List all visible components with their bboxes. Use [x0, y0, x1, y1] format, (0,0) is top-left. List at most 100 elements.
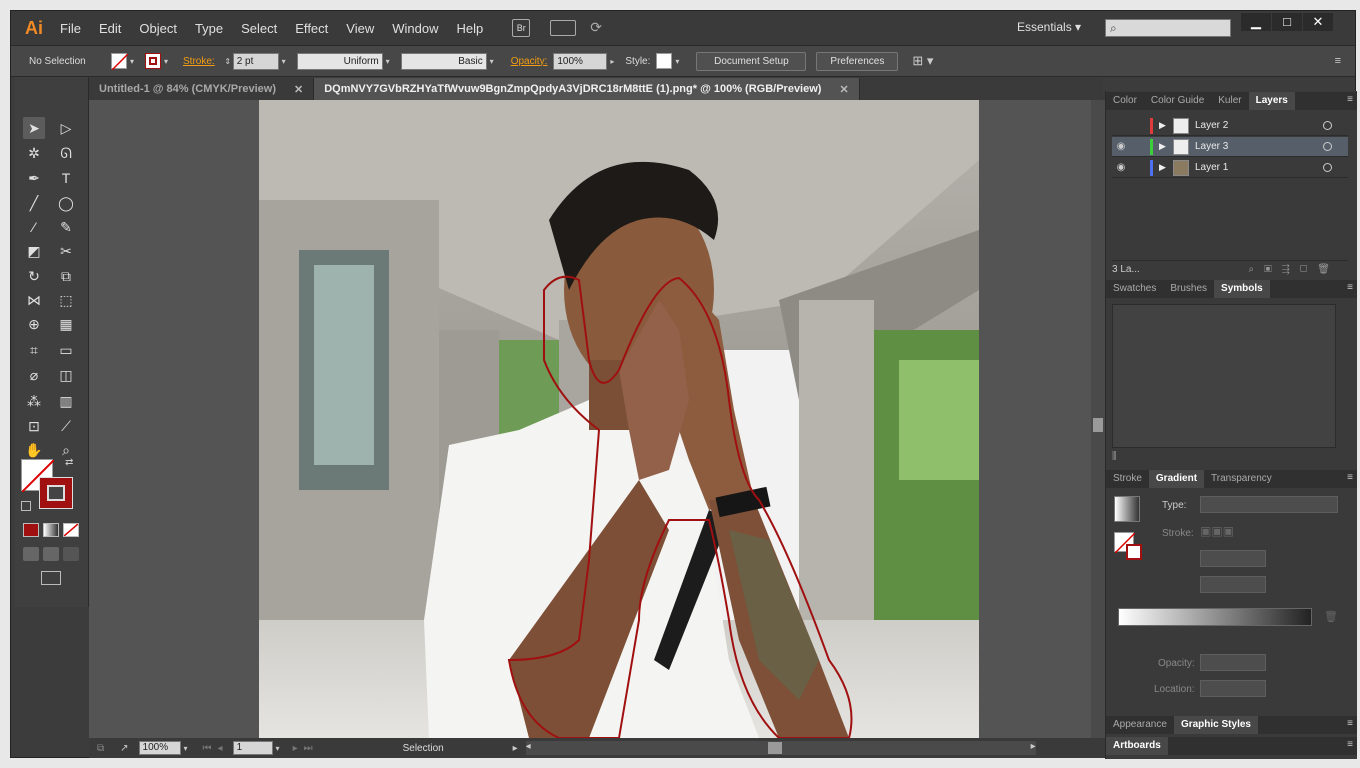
- tab-stroke[interactable]: Stroke: [1106, 470, 1149, 488]
- stroke-proxy[interactable]: [1126, 544, 1142, 560]
- scroll-right-icon[interactable]: ▸: [1031, 741, 1036, 752]
- slice-tool-icon[interactable]: ⟋: [55, 415, 77, 437]
- column-graph-tool-icon[interactable]: ▥: [55, 390, 77, 412]
- perspective-grid-tool-icon[interactable]: ▦: [55, 313, 77, 335]
- hand-tool-icon[interactable]: ✋: [23, 439, 45, 461]
- brush-dropdown-icon[interactable]: ▾: [487, 57, 497, 66]
- maximize-button[interactable]: □: [1272, 13, 1302, 31]
- layer-name[interactable]: Layer 2: [1195, 120, 1305, 131]
- ellipse-tool-icon[interactable]: ◯: [55, 192, 77, 214]
- layer-name[interactable]: Layer 3: [1195, 141, 1305, 152]
- expand-layer-icon[interactable]: ▶: [1159, 162, 1173, 173]
- stroke-weight-field[interactable]: 2 pt: [232, 52, 279, 70]
- delete-stop-icon[interactable]: 🗑: [1324, 610, 1338, 623]
- symbols-list[interactable]: [1112, 304, 1336, 448]
- layer-target-icon[interactable]: [1323, 121, 1332, 130]
- sync-settings-icon[interactable]: ⟳: [590, 19, 612, 37]
- tab-kuler[interactable]: Kuler: [1211, 92, 1248, 110]
- gradient-mode-icon[interactable]: [43, 523, 59, 537]
- first-artboard-icon[interactable]: ⏮: [203, 743, 212, 754]
- menu-select[interactable]: Select: [232, 21, 286, 36]
- stroke-weight-dropdown-icon[interactable]: ▾: [279, 57, 289, 66]
- close-tab-icon[interactable]: ✕: [294, 83, 303, 96]
- tab-artboards[interactable]: Artboards: [1106, 737, 1168, 755]
- style-dropdown-icon[interactable]: ▾: [672, 57, 682, 66]
- blob-brush-tool-icon[interactable]: ◩: [23, 240, 45, 262]
- mesh-tool-icon[interactable]: ⌗: [23, 339, 45, 361]
- stroke-gradient-options-icon[interactable]: ▣▣▣: [1200, 524, 1260, 541]
- opacity-field[interactable]: 100%: [553, 52, 608, 70]
- panel-menu-icon[interactable]: ≡: [1347, 718, 1353, 729]
- draw-normal-icon[interactable]: [23, 547, 39, 561]
- expand-layer-icon[interactable]: ▶: [1159, 120, 1173, 131]
- menu-help[interactable]: Help: [447, 21, 492, 36]
- brush-definition[interactable]: Basic: [400, 52, 487, 70]
- line-tool-icon[interactable]: ╱: [23, 192, 45, 214]
- minimize-button[interactable]: ▁: [1241, 13, 1271, 31]
- tab-gradient[interactable]: Gradient: [1148, 470, 1205, 488]
- scale-tool-icon[interactable]: ⧉: [55, 265, 77, 287]
- gradient-type-select[interactable]: [1200, 496, 1338, 513]
- eye-icon[interactable]: ◉: [1112, 141, 1130, 152]
- layer-target-icon[interactable]: [1323, 142, 1332, 151]
- layer-row[interactable]: ◉ ▶ Layer 3: [1112, 137, 1348, 157]
- prev-artboard-icon[interactable]: ◂: [218, 743, 223, 754]
- menu-type[interactable]: Type: [186, 21, 232, 36]
- search-input[interactable]: ⌕: [1105, 19, 1231, 37]
- layer-row[interactable]: ◉ ▶ Layer 1: [1112, 158, 1348, 178]
- panel-menu-icon[interactable]: ≡: [1347, 739, 1353, 750]
- stop-location-field[interactable]: [1200, 680, 1266, 697]
- rotate-tool-icon[interactable]: ↻: [23, 265, 45, 287]
- pen-tool-icon[interactable]: ✒: [23, 167, 45, 189]
- gradient-tool-icon[interactable]: ▭: [55, 339, 77, 361]
- width-tool-icon[interactable]: ⋈: [23, 289, 45, 311]
- tab-color[interactable]: Color: [1106, 92, 1144, 110]
- tab-brushes[interactable]: Brushes: [1163, 280, 1214, 298]
- eye-icon[interactable]: ◉: [1112, 162, 1130, 173]
- fill-dropdown-icon[interactable]: ▾: [127, 57, 137, 66]
- hscroll-thumb[interactable]: [767, 742, 782, 754]
- control-panel-menu-icon[interactable]: ≡: [1335, 55, 1341, 67]
- paintbrush-tool-icon[interactable]: ⁄: [23, 216, 45, 238]
- tab-appearance[interactable]: Appearance: [1106, 716, 1174, 734]
- default-fill-stroke-icon[interactable]: [21, 501, 31, 511]
- scroll-thumb[interactable]: [1093, 418, 1103, 432]
- artboard[interactable]: [259, 100, 979, 738]
- menu-view[interactable]: View: [337, 21, 383, 36]
- graphic-style-swatch[interactable]: [656, 53, 673, 69]
- stroke-swatch[interactable]: [145, 53, 161, 69]
- opacity-label[interactable]: Opacity:: [511, 56, 548, 67]
- zoom-dropdown-icon[interactable]: ▾: [181, 744, 191, 753]
- share-icon[interactable]: ↗: [120, 743, 128, 754]
- artboard-tool-icon[interactable]: ⊡: [23, 415, 45, 437]
- artboard-field[interactable]: 1: [232, 741, 273, 755]
- draw-inside-icon[interactable]: [63, 547, 79, 561]
- fill-swatch[interactable]: [111, 53, 128, 70]
- status-menu-arrow-icon[interactable]: ▸: [513, 743, 518, 754]
- swap-fill-stroke-icon[interactable]: ⇄: [65, 457, 73, 468]
- next-artboard-icon[interactable]: ▸: [293, 743, 298, 754]
- angle-field[interactable]: [1200, 550, 1266, 567]
- direct-selection-tool-icon[interactable]: ▷: [55, 117, 77, 139]
- canvas-area[interactable]: [89, 100, 1091, 738]
- document-setup-button[interactable]: Document Setup: [696, 51, 807, 71]
- eyedropper-tool-icon[interactable]: ⌀: [23, 364, 45, 386]
- shape-builder-tool-icon[interactable]: ⊕: [23, 313, 45, 335]
- stroke-dropdown-icon[interactable]: ▾: [161, 57, 171, 66]
- tab-graphic-styles[interactable]: Graphic Styles: [1173, 716, 1258, 734]
- layer-target-icon[interactable]: [1323, 163, 1332, 172]
- profile-dropdown-icon[interactable]: ▾: [383, 57, 393, 66]
- magic-wand-tool-icon[interactable]: ✲: [23, 142, 45, 164]
- stroke-stepper-icon[interactable]: ⇕: [223, 57, 233, 66]
- symbol-libraries-icon[interactable]: ⫼: [1112, 451, 1117, 462]
- panel-menu-icon[interactable]: ≡: [1347, 94, 1353, 105]
- layer-name[interactable]: Layer 1: [1195, 162, 1305, 173]
- draw-behind-icon[interactable]: [43, 547, 59, 561]
- workspace-switcher[interactable]: Essentials ▾: [1017, 20, 1081, 34]
- none-mode-icon[interactable]: [63, 523, 79, 537]
- aspect-ratio-field[interactable]: [1200, 576, 1266, 593]
- layer-row[interactable]: ▶ Layer 2: [1112, 116, 1348, 136]
- close-button[interactable]: ✕: [1303, 13, 1333, 31]
- horizontal-scrollbar[interactable]: ◂ ▸: [525, 741, 1036, 755]
- arrange-documents-button[interactable]: [550, 20, 577, 36]
